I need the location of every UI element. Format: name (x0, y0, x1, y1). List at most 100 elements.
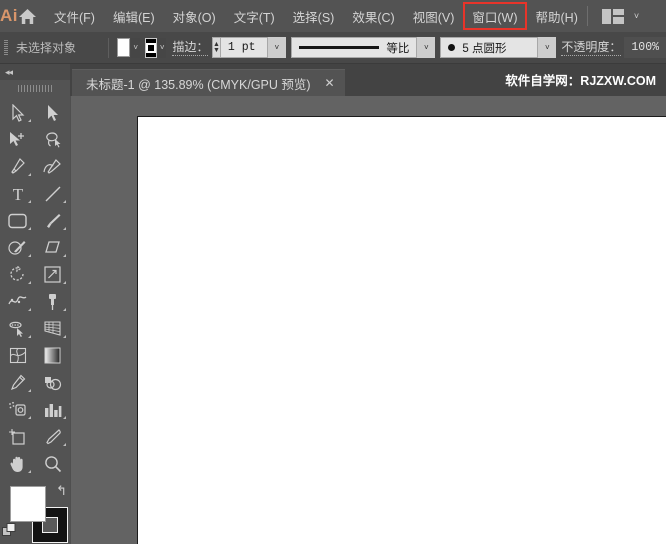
flyout-indicator (63, 227, 66, 230)
menu-effect[interactable]: 效果(C) (343, 0, 403, 32)
lasso-tool[interactable] (35, 126, 70, 153)
menu-file-label: 文件(F) (54, 10, 95, 25)
shape-builder-tool[interactable] (0, 315, 35, 342)
flyout-indicator (28, 389, 31, 392)
home-icon[interactable] (18, 8, 37, 25)
tool-row (0, 153, 70, 180)
menu-select[interactable]: 选择(S) (284, 0, 344, 32)
menu-type[interactable]: 文字(T) (225, 0, 284, 32)
fill-proxy-swatch[interactable] (10, 486, 46, 522)
brush-caret-icon[interactable]: ˅ (537, 37, 557, 58)
workspace-layout-icon[interactable] (601, 8, 624, 24)
slice-tool[interactable] (35, 423, 70, 450)
workspace-divider (586, 6, 588, 26)
fill-color-swatch[interactable] (116, 38, 131, 57)
blend-tool[interactable] (35, 369, 70, 396)
eyedropper-tool[interactable] (0, 369, 35, 396)
artboard-tool[interactable] (0, 423, 35, 450)
swap-fill-stroke-icon[interactable]: ↰ (56, 483, 67, 499)
menu-items: 文件(F) 编辑(E) 对象(O) 文字(T) 选择(S) 效果(C) 视图(V… (45, 0, 587, 32)
menu-file[interactable]: 文件(F) (45, 0, 104, 32)
tools-panel: ◂◂ T ↰ (0, 64, 70, 544)
gradient-tool[interactable] (35, 342, 70, 369)
menu-view[interactable]: 视图(V) (404, 0, 464, 32)
tool-row (0, 423, 70, 450)
stroke-color-swatch[interactable] (144, 37, 157, 58)
app-logo: Ai (0, 6, 18, 25)
flyout-indicator (28, 254, 31, 257)
stroke-profile-combo[interactable]: 等比 ˅ (291, 37, 436, 58)
options-divider-1 (108, 37, 109, 58)
stroke-weight-value: 1 pt (227, 41, 256, 54)
zoom-tool[interactable] (35, 450, 70, 477)
default-fill-stroke-icon[interactable] (2, 523, 17, 543)
symbol-sprayer-tool[interactable] (0, 396, 35, 423)
flyout-indicator (63, 416, 66, 419)
stroke-profile-caret-icon[interactable]: ˅ (416, 37, 436, 58)
stroke-weight-label[interactable]: 描边： (172, 40, 209, 56)
menu-object[interactable]: 对象(O) (164, 0, 225, 32)
stroke-weight-stepper[interactable]: ▲ ▼ (211, 37, 220, 58)
pen-tool[interactable] (0, 153, 35, 180)
flyout-indicator (63, 254, 66, 257)
menu-view-label: 视图(V) (412, 10, 455, 25)
tool-row (0, 261, 70, 288)
menu-bar: Ai 文件(F) 编辑(E) 对象(O) 文字(T) 选择(S) 效果(C) 视… (0, 0, 666, 32)
paintbrush-tool[interactable] (35, 207, 70, 234)
selection-tool[interactable] (0, 99, 35, 126)
canvas-area[interactable] (62, 96, 666, 544)
rotate-tool[interactable] (0, 261, 35, 288)
shaper-tool[interactable] (0, 234, 35, 261)
document-tab[interactable]: 未标题-1 @ 135.89% (CMYK/GPU 预览) ✕ (72, 69, 345, 96)
options-bar-grip[interactable] (3, 37, 10, 59)
brush-definition-combo[interactable]: 5 点圆形 ˅ (440, 37, 557, 58)
magic-wand-tool[interactable] (0, 126, 35, 153)
stroke-weight-combo[interactable]: 1 pt ˅ (219, 37, 286, 58)
menu-select-label: 选择(S) (292, 10, 335, 25)
flyout-indicator (28, 227, 31, 230)
eraser-tool[interactable] (35, 234, 70, 261)
flyout-indicator (28, 308, 31, 311)
stroke-profile-label: 等比 (386, 42, 410, 55)
column-graph-tool[interactable] (35, 396, 70, 423)
curvature-tool[interactable] (35, 153, 70, 180)
tools-panel-grip[interactable] (0, 80, 70, 96)
mesh-tool[interactable] (0, 342, 35, 369)
tool-row (0, 315, 70, 342)
stroke-swatch-caret-icon[interactable]: ˅ (157, 37, 167, 58)
flyout-indicator (28, 173, 31, 176)
tool-row (0, 342, 70, 369)
tool-row (0, 126, 70, 153)
perspective-grid-tool[interactable] (35, 315, 70, 342)
chevron-down-icon[interactable]: ˅ (634, 11, 639, 21)
line-segment-tool[interactable] (35, 180, 70, 207)
workspace-controls: ˅ (586, 6, 666, 26)
artboard[interactable] (137, 116, 666, 544)
flyout-indicator (63, 281, 66, 284)
tool-row: T (0, 180, 70, 207)
document-tab-bar: 未标题-1 @ 135.89% (CMYK/GPU 预览) ✕ 软件自学网：RJ… (62, 64, 666, 96)
hand-tool[interactable] (0, 450, 35, 477)
menu-type-label: 文字(T) (233, 10, 275, 25)
fill-swatch-caret-icon[interactable]: ˅ (131, 37, 140, 58)
menu-edit[interactable]: 编辑(E) (104, 0, 164, 32)
illustrator-window: Ai 文件(F) 编辑(E) 对象(O) 文字(T) 选择(S) 效果(C) 视… (0, 0, 666, 544)
opacity-label[interactable]: 不透明度： (561, 40, 622, 56)
menu-window[interactable]: 窗口(W) (463, 0, 527, 32)
type-tool[interactable]: T (0, 180, 35, 207)
tools-grid: T (0, 96, 70, 477)
tool-row (0, 234, 70, 261)
brush-definition-value: 5 点圆形 (441, 40, 537, 56)
flyout-indicator (28, 470, 31, 473)
stroke-weight-caret-icon[interactable]: ˅ (266, 37, 286, 58)
fill-stroke-proxy: ↰ (0, 483, 70, 543)
close-icon[interactable]: ✕ (325, 77, 335, 89)
menu-help[interactable]: 帮助(H) (527, 0, 587, 32)
opacity-input[interactable]: 100% (624, 37, 666, 58)
direct-selection-tool[interactable] (35, 99, 70, 126)
free-transform-tool[interactable] (35, 288, 70, 315)
width-tool[interactable] (0, 288, 35, 315)
scale-tool[interactable] (35, 261, 70, 288)
rectangle-tool[interactable] (0, 207, 35, 234)
collapse-panel-icon[interactable]: ◂◂ (5, 67, 13, 78)
